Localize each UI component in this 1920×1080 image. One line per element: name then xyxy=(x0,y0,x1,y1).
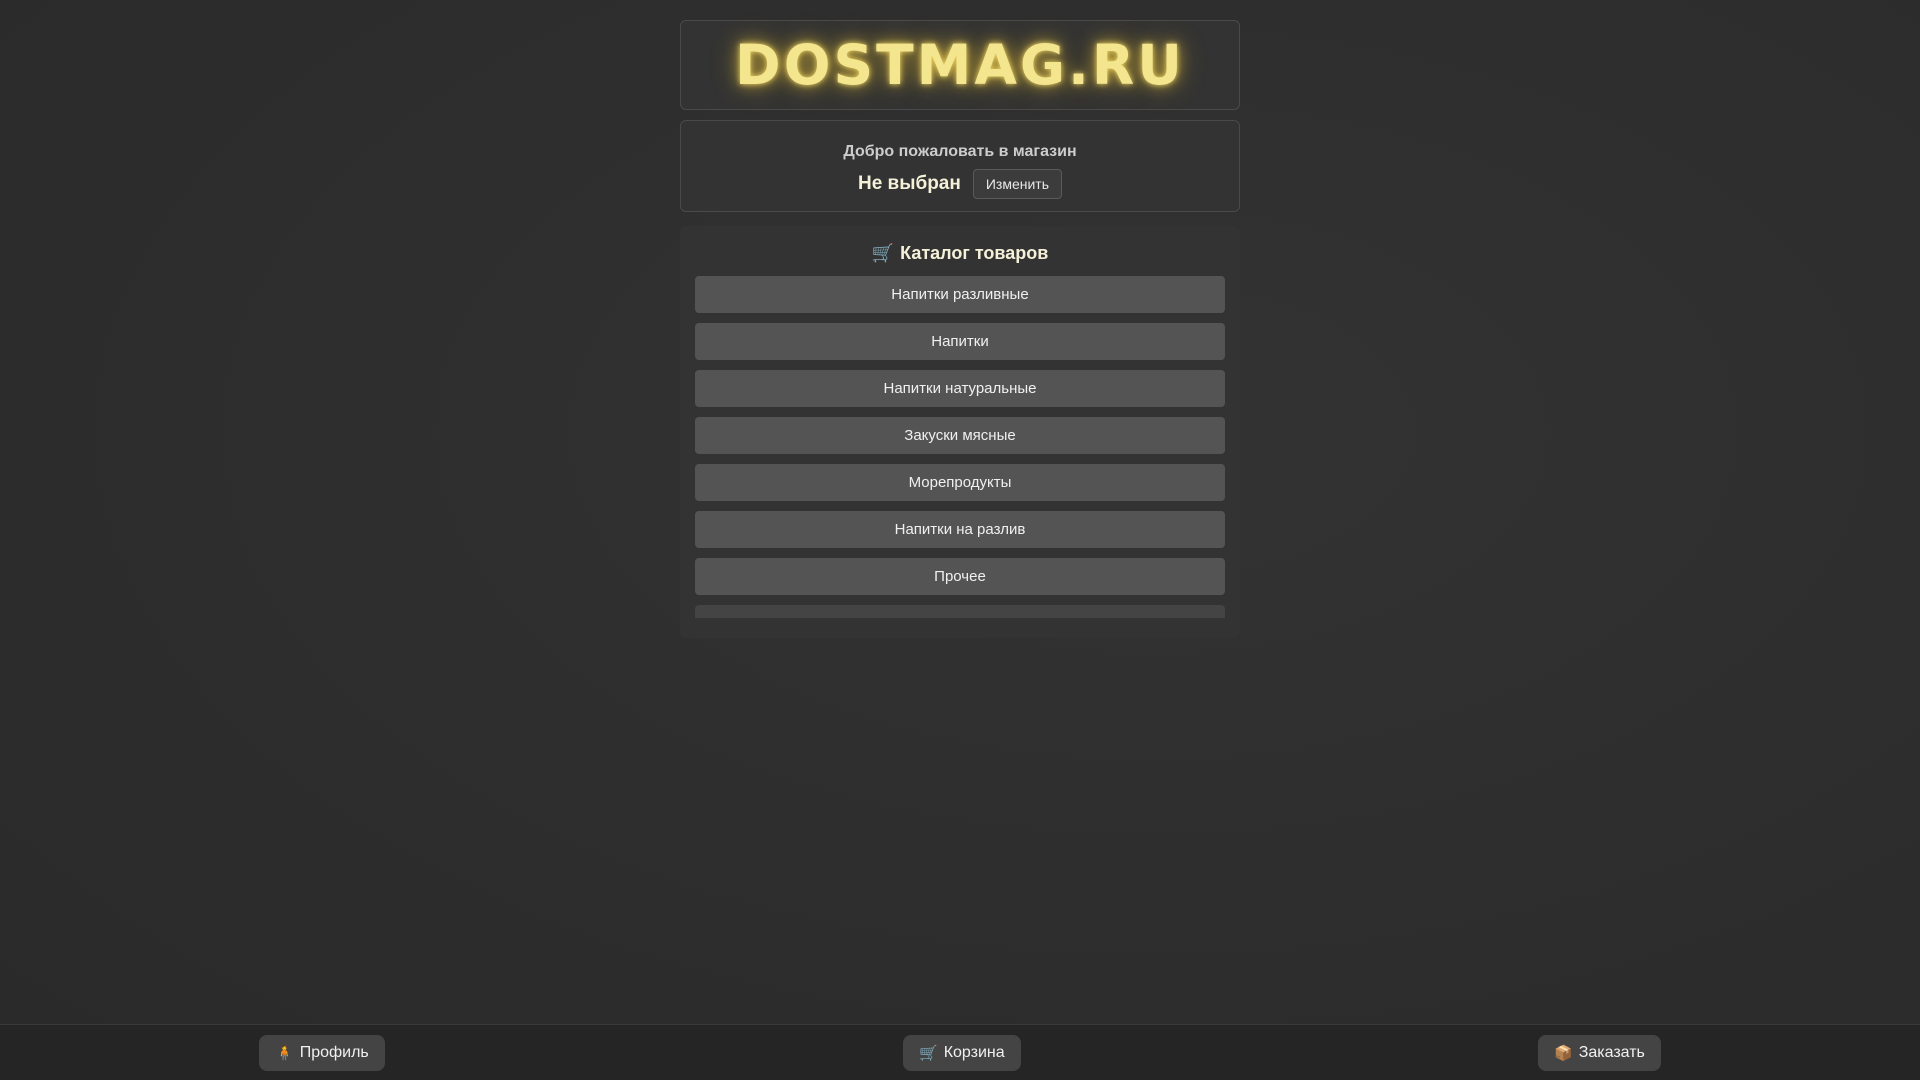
category-button[interactable]: Напитки натуральные xyxy=(695,370,1225,407)
logo-panel: DOSTMAG.RU xyxy=(680,20,1240,110)
package-icon: 📦 xyxy=(1554,1045,1573,1062)
logo: DOSTMAG.RU xyxy=(735,33,1185,97)
order-button[interactable]: 📦 Заказать xyxy=(1538,1035,1661,1071)
category-button[interactable]: Напитки разливные xyxy=(695,276,1225,313)
page: DOSTMAG.RU Добро пожаловать в магазин Не… xyxy=(0,0,1920,1080)
store-name: Не выбран xyxy=(857,173,961,194)
cart-button[interactable]: 🛒 Корзина xyxy=(903,1035,1021,1071)
change-store-button[interactable]: Изменить xyxy=(972,169,1062,199)
category-button-partial[interactable] xyxy=(695,605,1225,618)
category-button[interactable]: Напитки xyxy=(695,323,1225,360)
profile-label: Профиль xyxy=(299,1044,369,1061)
bottom-nav: 🧍 Профиль 🛒 Корзина 📦 Заказать xyxy=(0,1024,1920,1080)
order-label: Заказать xyxy=(1578,1044,1645,1061)
profile-button[interactable]: 🧍 Профиль xyxy=(259,1035,385,1071)
category-button[interactable]: Морепродукты xyxy=(695,464,1225,501)
cart-label: Корзина xyxy=(943,1044,1005,1061)
category-button[interactable]: Напитки на разлив xyxy=(695,511,1225,548)
person-icon: 🧍 xyxy=(275,1045,294,1062)
category-button[interactable]: Закуски мясные xyxy=(695,417,1225,454)
catalog-title: 🛒 Каталог товаров xyxy=(695,242,1225,264)
catalog-title-text: Каталог товаров xyxy=(900,243,1049,263)
store-row: Не выбран Изменить xyxy=(681,169,1239,199)
catalog-panel: 🛒 Каталог товаров Напитки разливные Напит… xyxy=(680,226,1240,638)
store-panel: Добро пожаловать в магазин Не выбран Изм… xyxy=(680,120,1240,212)
cart-icon: 🛒 xyxy=(919,1045,938,1062)
category-list[interactable]: Напитки разливные Напитки Напитки натура… xyxy=(695,276,1225,618)
cart-icon: 🛒 xyxy=(871,243,895,263)
category-button[interactable]: Прочее xyxy=(695,558,1225,595)
main-column: DOSTMAG.RU Добро пожаловать в магазин Не… xyxy=(680,20,1240,638)
welcome-text: Добро пожаловать в магазин xyxy=(843,143,1077,160)
